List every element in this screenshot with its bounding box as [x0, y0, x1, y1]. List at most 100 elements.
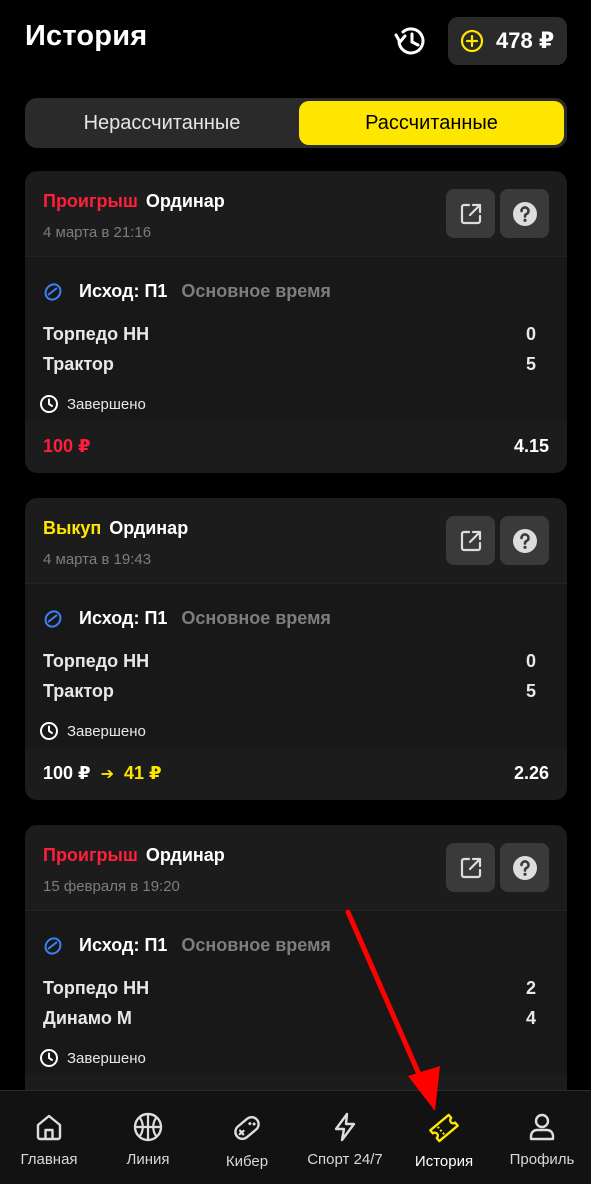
bet-date: 15 февраля в 19:20 [43, 878, 180, 895]
outcome-period: Основное время [181, 608, 331, 628]
event-status-label: Завершено [67, 722, 146, 740]
bet-outcome: Исход: П1 Основное время [43, 281, 331, 302]
bet-date: 4 марта в 21:16 [43, 224, 152, 241]
hockey-puck-icon [44, 936, 62, 955]
clock-icon [40, 395, 58, 413]
bet-card[interactable]: Проигрыш Ординар 4 марта в 21:16 Исход: П… [25, 171, 567, 473]
home-icon [36, 1114, 62, 1141]
nav-item-home[interactable]: Главная [13, 1091, 85, 1184]
ticket-icon [429, 1113, 459, 1143]
outcome-label: Исход: П1 [79, 608, 168, 628]
bet-event: Исход: П1 Основное время Торпедо НН 0 Тр… [25, 583, 567, 748]
team-home: Торпедо НН [43, 978, 150, 998]
outcome-label: Исход: П1 [79, 935, 168, 955]
nav-item-line[interactable]: Линия [112, 1091, 184, 1184]
nav-label: Профиль [509, 1151, 575, 1168]
bet-card[interactable]: Выкуп Ординар 4 марта в 19:43 Исход: П1 О… [25, 498, 567, 800]
bet-status: Проигрыш Ординар [43, 845, 225, 866]
score-away: 5 [525, 681, 536, 701]
score-home: 2 [525, 978, 536, 998]
history-icon [394, 27, 425, 55]
bet-footer: 100 ₽ 4.15 [25, 421, 567, 473]
bet-stake: 100 ₽ [43, 436, 91, 456]
event-status: Завершено [39, 1048, 146, 1068]
help-button[interactable] [500, 189, 549, 238]
nav-item-cyber[interactable]: Кибер [211, 1091, 283, 1184]
bet-event: Исход: П1 Основное время Торпедо НН 0 Тр… [25, 256, 567, 421]
bottom-nav: Главная Линия Кибер Спорт 24/7 История П… [0, 1090, 591, 1184]
share-button[interactable] [446, 843, 495, 892]
share-button[interactable] [446, 189, 495, 238]
bet-event: Исход: П1 Основное время Торпедо НН 2 Ди… [25, 910, 567, 1075]
score-away: 4 [525, 1008, 536, 1028]
clock-icon [40, 1049, 58, 1067]
team-away: Трактор [43, 354, 114, 374]
question-icon [512, 855, 537, 880]
bet-date: 4 марта в 19:43 [43, 551, 152, 568]
clock-icon [40, 722, 58, 740]
share-icon [460, 203, 481, 224]
outcome-period: Основное время [181, 935, 331, 955]
score-home: 0 [525, 651, 536, 671]
balance-amount: 478 ₽ [496, 28, 555, 53]
hockey-puck-icon [44, 282, 62, 301]
history-button[interactable] [390, 20, 432, 62]
nav-label: Кибер [225, 1153, 269, 1170]
nav-item-history[interactable]: История [408, 1091, 480, 1184]
score-home: 0 [525, 324, 536, 344]
bet-odds: 2.26 [513, 763, 549, 783]
nav-label: Главная [20, 1151, 78, 1168]
hockey-puck-icon [44, 609, 62, 628]
bet-type: Ординар [145, 191, 225, 211]
tab-settled[interactable]: Рассчитанные [299, 101, 564, 145]
share-icon [460, 530, 481, 551]
event-status: Завершено [39, 721, 146, 741]
team-home: Торпедо НН [43, 324, 150, 344]
lightning-icon [334, 1112, 356, 1142]
team-away: Динамо М [43, 1008, 132, 1028]
tab-unsettled[interactable]: Нерассчитанные [28, 101, 296, 145]
help-button[interactable] [500, 516, 549, 565]
question-icon [512, 528, 537, 553]
basketball-icon [133, 1112, 163, 1142]
bet-result: Выкуп [43, 518, 102, 538]
bet-result: Проигрыш [43, 191, 138, 211]
arrow-right-icon: ➔ [100, 765, 114, 783]
bet-stake: 100 ₽ [43, 763, 91, 783]
help-button[interactable] [500, 843, 549, 892]
bet-outcome: Исход: П1 Основное время [43, 608, 331, 629]
bet-type: Ординар [109, 518, 189, 538]
user-icon [529, 1113, 555, 1141]
question-icon [512, 201, 537, 226]
outcome-label: Исход: П1 [79, 281, 168, 301]
team-home: Торпедо НН [43, 651, 150, 671]
balance-button[interactable]: 478 ₽ [448, 17, 567, 65]
gamepad-icon [234, 1115, 260, 1141]
nav-item-profile[interactable]: Профиль [506, 1091, 578, 1184]
bet-result: Проигрыш [43, 845, 138, 865]
page-title: История [25, 20, 148, 52]
nav-label: Спорт 24/7 [307, 1151, 383, 1168]
team-away: Трактор [43, 681, 114, 701]
bet-footer: 100 ₽ ➔ 41 ₽ 2.26 [25, 748, 567, 800]
bet-type: Ординар [145, 845, 225, 865]
bet-card[interactable]: Проигрыш Ординар 15 февраля в 19:20 Исход… [25, 825, 567, 1115]
app-header: История 478 ₽ [0, 0, 591, 80]
event-status-label: Завершено [67, 1049, 146, 1067]
bet-outcome: Исход: П1 Основное время [43, 935, 331, 956]
outcome-period: Основное время [181, 281, 331, 301]
cashout-amount: 41 ₽ [123, 763, 162, 783]
nav-item-sport247[interactable]: Спорт 24/7 [300, 1091, 390, 1184]
bet-status: Выкуп Ординар [43, 518, 188, 539]
share-icon [460, 857, 481, 878]
nav-label: Линия [126, 1151, 170, 1168]
bet-status-tabs: Нерассчитанные Рассчитанные [25, 98, 567, 148]
plus-circle-icon [460, 29, 484, 53]
event-status: Завершено [39, 394, 146, 414]
share-button[interactable] [446, 516, 495, 565]
event-status-label: Завершено [67, 395, 146, 413]
bet-status: Проигрыш Ординар [43, 191, 225, 212]
nav-label: История [414, 1153, 474, 1170]
score-away: 5 [525, 354, 536, 374]
bet-odds: 4.15 [513, 436, 549, 456]
